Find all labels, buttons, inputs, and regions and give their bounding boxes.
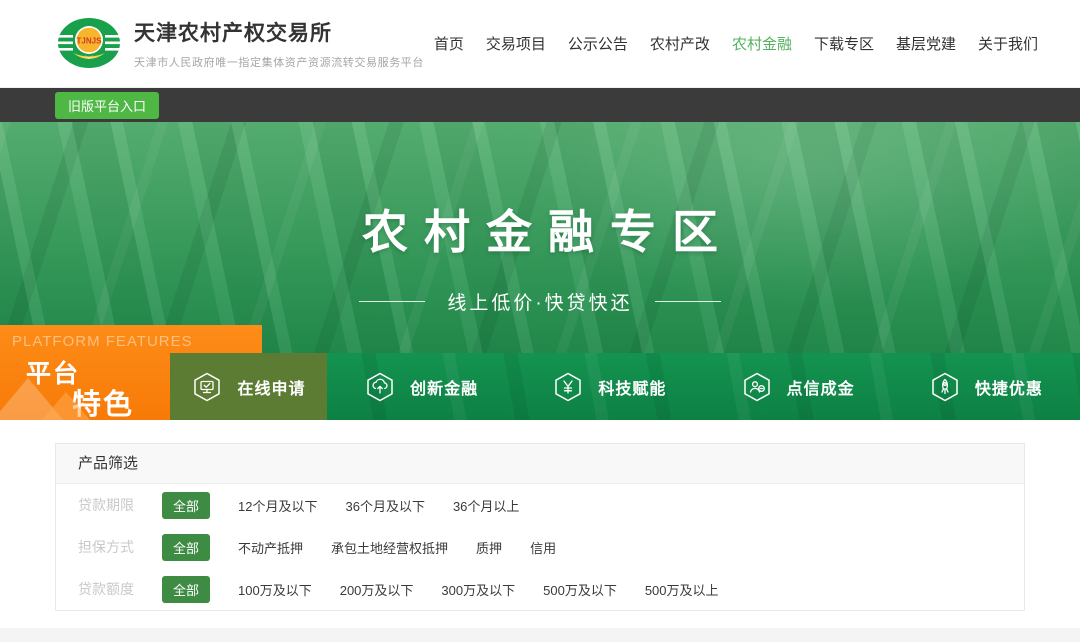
feature-online-apply[interactable]: 在线申请 [170,353,327,420]
main-nav: 首页 交易项目 公示公告 农村产改 农村金融 下载专区 基层党建 关于我们 [434,33,1038,54]
filter-row-loan-term: 贷款期限 全部 12个月及以下 36个月及以下 36个月以上 [56,484,1024,526]
feature-tech-empower[interactable]: 科技赋能 [515,353,703,420]
mountain-decor-icon [30,392,102,420]
feature-label: 在线申请 [237,375,305,399]
filter-option[interactable]: 500万及以上 [645,580,719,599]
filter-option[interactable]: 300万及以下 [441,580,515,599]
person-coin-icon [741,371,773,403]
monitor-check-icon [191,371,223,403]
feature-label: 点信成金 [787,375,855,399]
nav-party-building[interactable]: 基层党建 [896,33,956,54]
nav-rural-reform[interactable]: 农村产改 [650,33,710,54]
filter-label: 担保方式 [78,537,152,557]
top-dark-bar: 旧版平台入口 [0,88,1080,122]
filter-card-title: 产品筛选 [56,444,1024,484]
filter-option[interactable]: 500万及以下 [543,580,617,599]
filter-all-button[interactable]: 全部 [162,492,210,519]
header: TJNJS 天津农村产权交易所 天津市人民政府唯一指定集体资产资源流转交易服务平… [0,0,1080,88]
decor-line-left [359,301,425,302]
nav-rural-finance[interactable]: 农村金融 [732,33,792,54]
filter-option[interactable]: 12个月及以下 [238,496,317,515]
hero-title: 农村金融专区 [0,196,1080,262]
hero-subtitle: 线上低价·快贷快还 [447,288,632,315]
platform-features-eyebrow: PLATFORM FEATURES [12,333,193,350]
yen-icon [552,371,584,403]
product-filter-card: 产品筛选 贷款期限 全部 12个月及以下 36个月及以下 36个月以上 担保方式… [55,443,1025,611]
features-bar: 在线申请 创新金融 科技赋能 点信成金 [170,353,1080,420]
filter-option[interactable]: 质押 [476,538,502,557]
filter-option[interactable]: 200万及以下 [340,580,414,599]
old-platform-entry-button[interactable]: 旧版平台入口 [55,92,159,119]
site-logo-icon: TJNJS [56,13,122,75]
filter-option[interactable]: 36个月及以下 [345,496,424,515]
logo-text: TJNJS [77,36,103,45]
filter-option[interactable]: 信用 [530,538,556,557]
filter-row-loan-amount: 贷款额度 全部 100万及以下 200万及以下 300万及以下 500万及以下 … [56,568,1024,610]
filter-label: 贷款额度 [78,579,152,599]
footer-strip [0,628,1080,642]
nav-public-notice[interactable]: 公示公告 [568,33,628,54]
feature-label: 创新金融 [410,375,478,399]
cloud-upload-icon [364,371,396,403]
nav-downloads[interactable]: 下载专区 [814,33,874,54]
filter-row-guarantee-type: 担保方式 全部 不动产抵押 承包土地经营权抵押 质押 信用 [56,526,1024,568]
filter-label: 贷款期限 [78,495,152,515]
brand[interactable]: TJNJS 天津农村产权交易所 天津市人民政府唯一指定集体资产资源流转交易服务平… [56,13,424,75]
site-subtitle: 天津市人民政府唯一指定集体资产资源流转交易服务平台 [134,54,424,70]
feature-label: 快捷优惠 [975,375,1043,399]
filter-all-button[interactable]: 全部 [162,534,210,561]
hero-banner: 农村金融专区 线上低价·快贷快还 PLATFORM FEATURES 平台 特色… [0,122,1080,420]
feature-quick-discount[interactable]: 快捷优惠 [892,353,1080,420]
nav-about-us[interactable]: 关于我们 [978,33,1038,54]
nav-trade-projects[interactable]: 交易项目 [486,33,546,54]
filter-option[interactable]: 承包土地经营权抵押 [331,538,448,557]
filter-option[interactable]: 不动产抵押 [238,538,303,557]
filter-option[interactable]: 36个月以上 [453,496,519,515]
site-title: 天津农村产权交易所 [134,17,424,47]
decor-line-right [655,301,721,302]
filter-all-button[interactable]: 全部 [162,576,210,603]
rocket-icon [929,371,961,403]
filter-option[interactable]: 100万及以下 [238,580,312,599]
feature-label: 科技赋能 [598,375,666,399]
feature-innovation-finance[interactable]: 创新金融 [327,353,515,420]
feature-credit-gold[interactable]: 点信成金 [704,353,892,420]
nav-home[interactable]: 首页 [434,33,464,54]
